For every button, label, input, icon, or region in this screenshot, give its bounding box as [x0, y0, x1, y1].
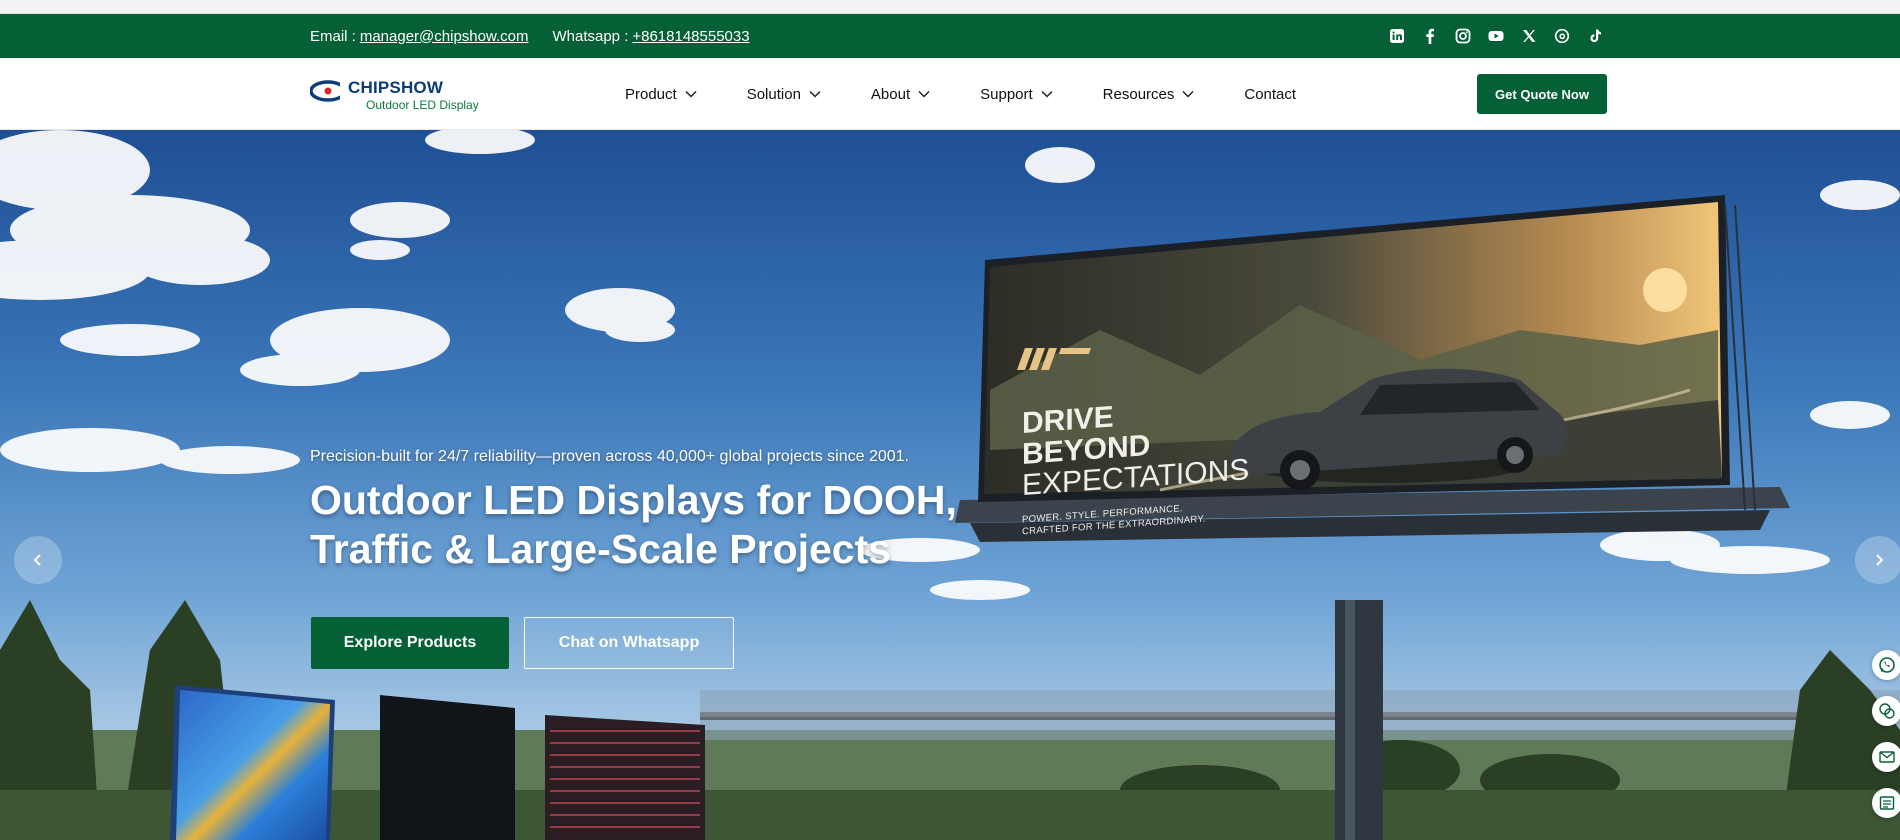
nav-item-label: Product [625, 85, 677, 103]
logo-tagline: Outdoor LED Display [366, 98, 479, 112]
nav-item-label: Resources [1102, 85, 1175, 103]
social-links [1388, 14, 1603, 58]
main-navbar: CHIPSHOW Outdoor LED Display Product Sol… [0, 58, 1900, 130]
chevron-left-icon [33, 554, 41, 566]
carousel-next-button[interactable] [1855, 536, 1900, 584]
tiktok-icon[interactable] [1586, 28, 1603, 45]
facebook-icon[interactable] [1421, 28, 1438, 45]
hero-title-line1: Outdoor LED Displays for DOOH, [310, 477, 957, 523]
linkedin-icon[interactable] [1388, 28, 1405, 45]
chevron-right-icon [1876, 554, 1884, 566]
email-label: Email : [310, 27, 356, 45]
nav-item-about[interactable]: About [871, 86, 930, 103]
instagram-icon[interactable] [1454, 28, 1471, 45]
whatsapp-label: Whatsapp : [552, 27, 629, 45]
hero-subtitle: Precision-built for 24/7 reliability—pro… [310, 448, 909, 465]
hero-banner: DRIVE BEYOND EXPECTATIONS POWER. STYLE. … [0, 130, 1900, 840]
contact-bar: Email : manager@chipshow.com Whatsapp : … [0, 14, 1900, 58]
hero-title-line2: Traffic & Large-Scale Projects [310, 526, 892, 572]
email-link[interactable]: manager@chipshow.com [360, 28, 529, 45]
nav-item-support[interactable]: Support [980, 86, 1053, 103]
mail-icon[interactable] [1872, 742, 1900, 772]
nav-item-label: Contact [1244, 85, 1297, 103]
explore-products-button[interactable]: Explore Products [311, 617, 509, 669]
whatsapp-icon[interactable] [1872, 650, 1900, 680]
chevron-down-icon [809, 90, 821, 98]
contact-info: Email : manager@chipshow.com Whatsapp : … [310, 14, 750, 58]
x-icon[interactable] [1520, 28, 1537, 45]
billboard-headline: DRIVE BEYOND EXPECTATIONS [1022, 392, 1249, 502]
carousel-prev-button[interactable] [14, 536, 62, 584]
floating-contact-icons [1872, 650, 1900, 818]
whatsapp-link[interactable]: +8618148555033 [632, 28, 749, 45]
nav-item-resources[interactable]: Resources [1103, 86, 1195, 103]
chat-whatsapp-button[interactable]: Chat on Whatsapp [524, 617, 734, 669]
chipshow-logo[interactable]: CHIPSHOW Outdoor LED Display [310, 76, 500, 116]
threads-icon[interactable] [1553, 28, 1570, 45]
chevron-down-icon [685, 90, 697, 98]
hero-title: Outdoor LED Displays for DOOH, Traffic &… [310, 476, 1010, 574]
nav-item-contact[interactable]: Contact [1244, 86, 1296, 103]
form-icon[interactable] [1872, 788, 1900, 818]
logo-brand: CHIPSHOW [348, 78, 444, 97]
chat-icon[interactable] [1872, 696, 1900, 726]
primary-nav: Product Solution About Support Resources… [625, 58, 1346, 130]
nav-item-label: About [870, 85, 911, 103]
chevron-down-icon [1041, 90, 1053, 98]
nav-item-product[interactable]: Product [625, 86, 697, 103]
get-quote-button[interactable]: Get Quote Now [1477, 74, 1607, 114]
nav-item-label: Support [980, 85, 1033, 103]
chevron-down-icon [1182, 90, 1194, 98]
chevron-down-icon [918, 90, 930, 98]
top-strip [0, 0, 1900, 14]
nav-item-label: Solution [746, 85, 801, 103]
youtube-icon[interactable] [1487, 28, 1504, 45]
logo-mark-icon [310, 80, 350, 102]
nav-item-solution[interactable]: Solution [747, 86, 821, 103]
